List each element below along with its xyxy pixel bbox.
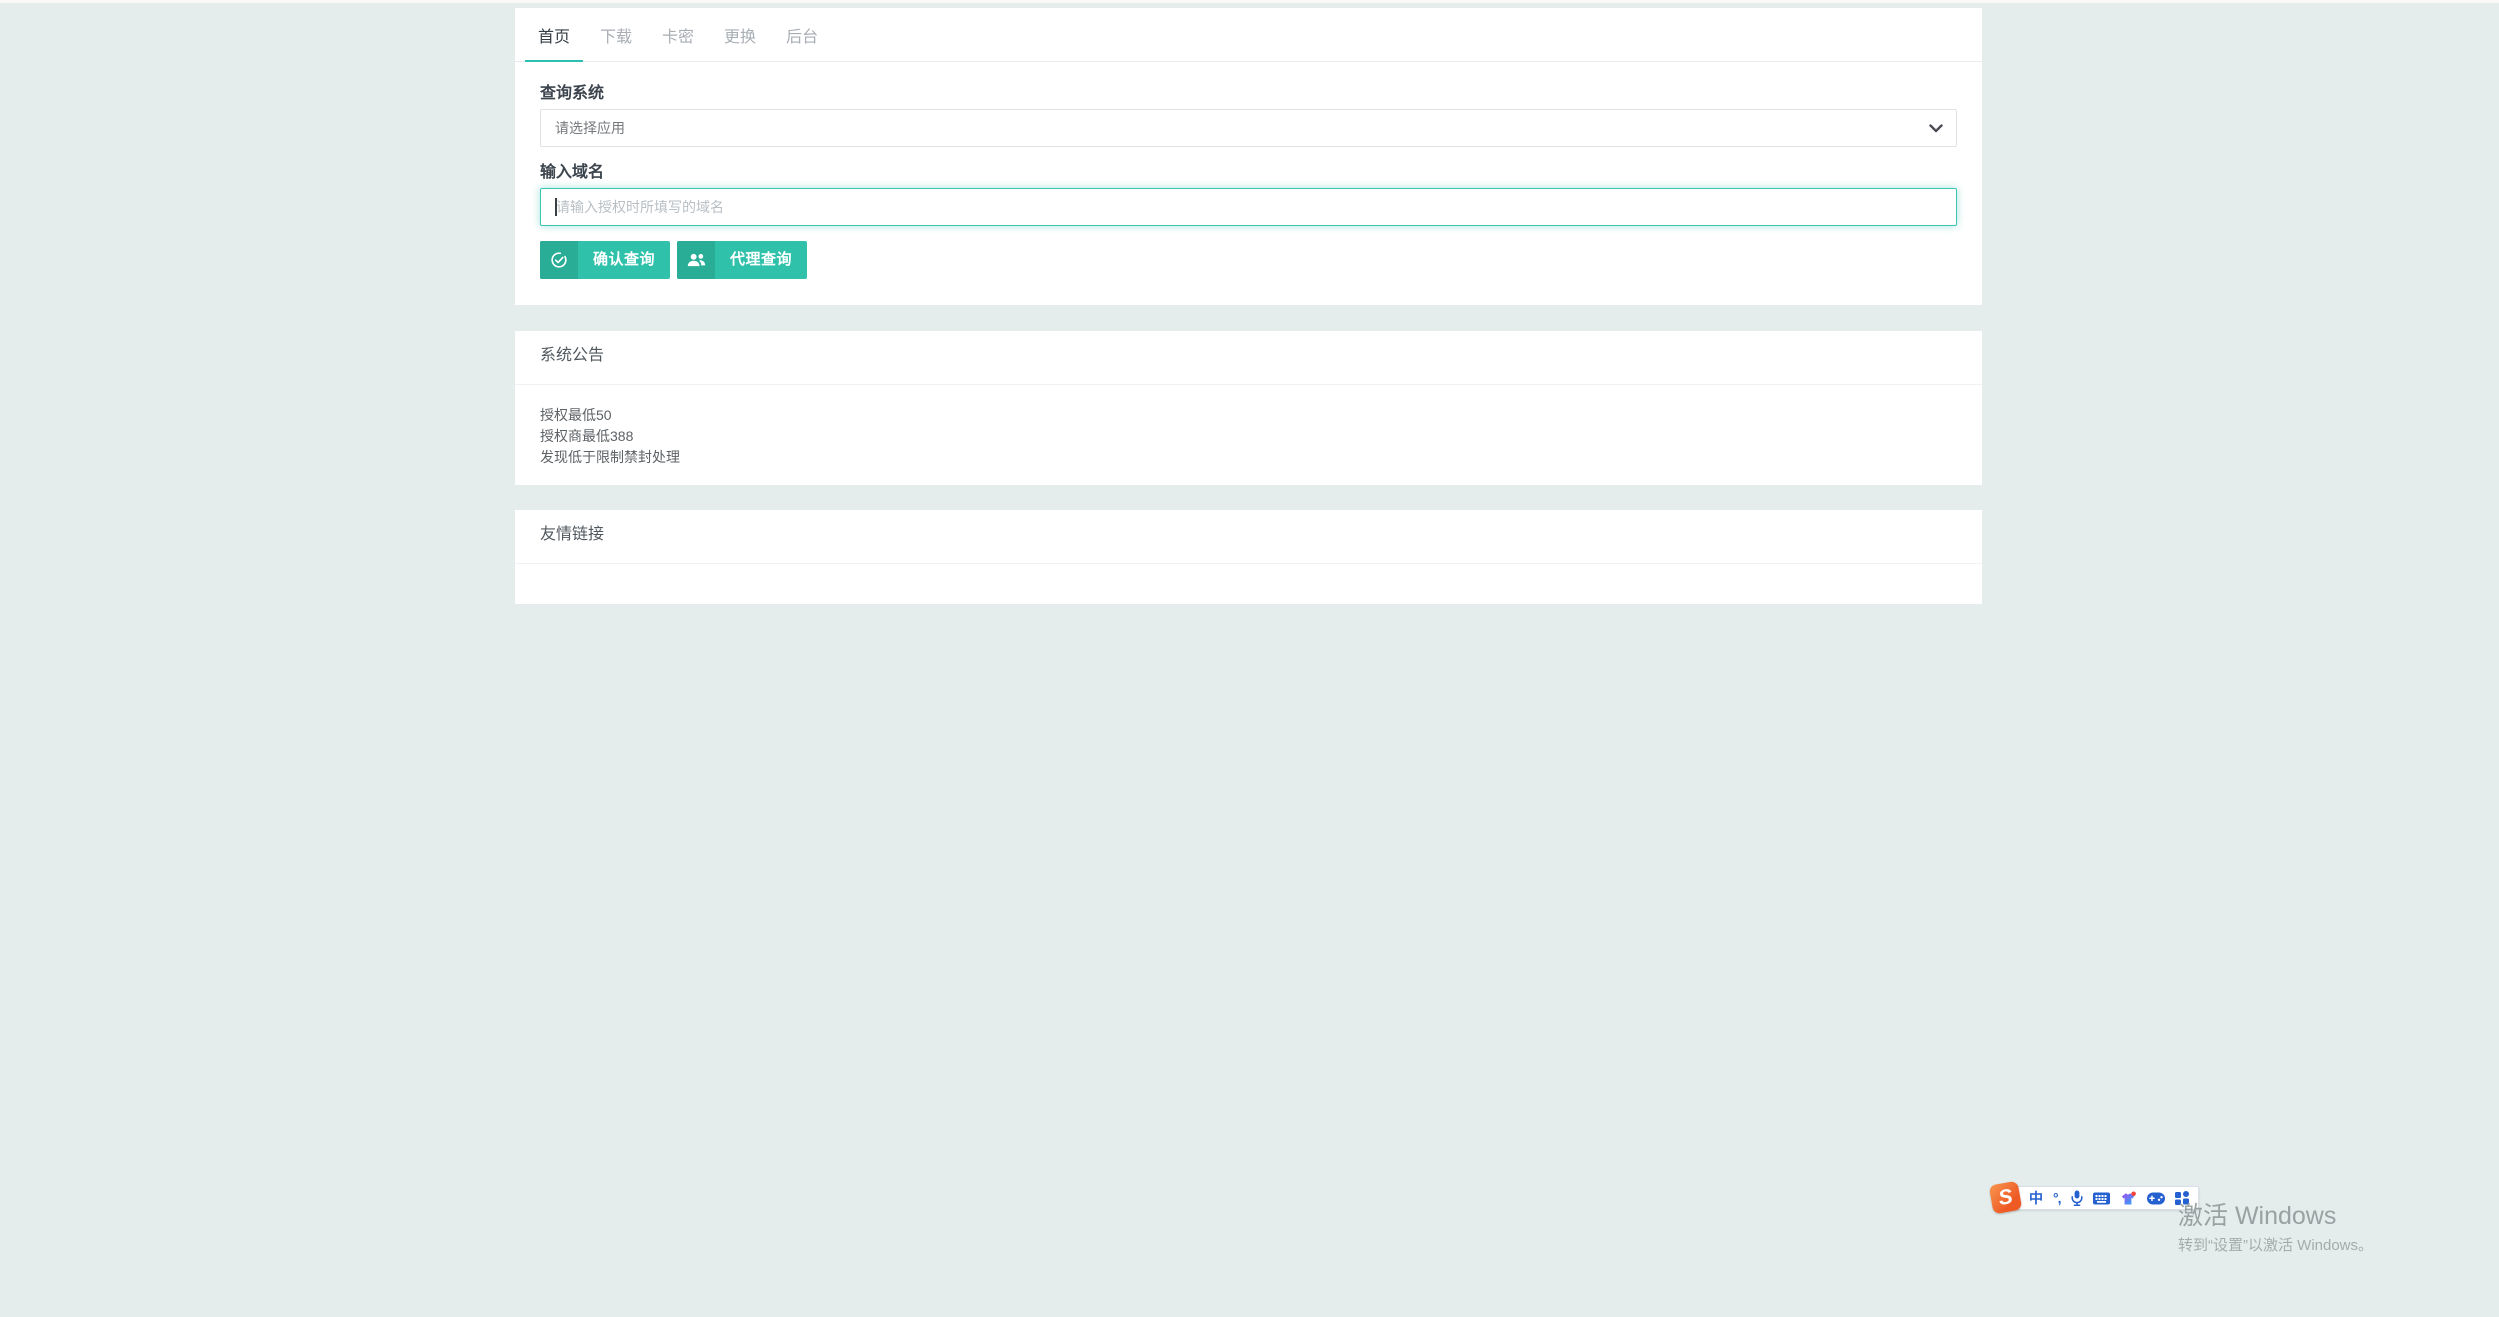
app-select-wrap: 请选择应用 xyxy=(540,109,1957,147)
domain-input[interactable] xyxy=(540,188,1957,226)
windows-activation-watermark: 激活 Windows 转到“设置”以激活 Windows。 xyxy=(2178,1203,2373,1255)
app-select[interactable]: 请选择应用 xyxy=(540,109,1957,147)
sogou-logo-letter: S xyxy=(1996,1184,2015,1210)
tab-cardkey[interactable]: 卡密 xyxy=(649,8,707,61)
links-card: 友情链接 xyxy=(515,510,1982,604)
agent-query-button[interactable]: 代理查询 xyxy=(677,241,808,279)
tab-label: 卡密 xyxy=(662,28,695,46)
skin-icon[interactable] xyxy=(2120,1191,2137,1206)
check-circle-icon xyxy=(540,241,578,279)
domain-input-wrap xyxy=(540,188,1957,226)
announcement-body: 授权最低50 授权商最低388 发现低于限制禁封处理 xyxy=(515,385,1982,485)
tab-download[interactable]: 下载 xyxy=(587,8,645,61)
desktop: 首页 下载 卡密 更换 后台 查询系统 请选择应用 输入域名 请输入授权时所填写… xyxy=(0,0,2499,1317)
query-card: 首页 下载 卡密 更换 后台 查询系统 请选择应用 输入域名 请输入授权时所填写… xyxy=(515,8,1982,305)
query-form: 查询系统 请选择应用 输入域名 请输入授权时所填写的域名 确认查询 代理查询 xyxy=(515,62,1982,305)
announcement-line: 发现低于限制禁封处理 xyxy=(540,449,680,465)
ime-toolbar: S 中 °, xyxy=(1988,1180,2199,1215)
microphone-icon[interactable] xyxy=(2070,1190,2083,1206)
button-row: 确认查询 代理查询 xyxy=(540,241,1957,279)
tab-label: 下载 xyxy=(600,28,633,46)
tab-label: 首页 xyxy=(538,28,571,46)
announcement-title: 系统公告 xyxy=(515,331,1982,385)
announcement-line: 授权商最低388 xyxy=(540,428,634,444)
nav-tabbar: 首页 下载 卡密 更换 后台 xyxy=(515,8,1982,62)
tab-label: 后台 xyxy=(786,28,819,46)
tab-admin[interactable]: 后台 xyxy=(773,8,831,61)
tab-replace[interactable]: 更换 xyxy=(711,8,769,61)
app-select-label: 查询系统 xyxy=(540,85,605,102)
agent-query-label: 代理查询 xyxy=(730,251,793,268)
confirm-query-button[interactable]: 确认查询 xyxy=(540,241,671,279)
tab-home[interactable]: 首页 xyxy=(525,8,584,62)
keyboard-icon[interactable] xyxy=(2092,1192,2110,1205)
watermark-title: 激活 Windows xyxy=(2178,1202,2337,1230)
punctuation-icon[interactable]: °, xyxy=(2053,1191,2061,1205)
text-caret xyxy=(555,198,557,216)
emoji-gamepad-icon[interactable] xyxy=(2146,1192,2165,1205)
watermark-subtitle: 转到“设置”以激活 Windows。 xyxy=(2178,1237,2374,1254)
main-container: 首页 下载 卡密 更换 后台 查询系统 请选择应用 输入域名 请输入授权时所填写… xyxy=(515,0,1982,604)
users-icon xyxy=(677,241,716,279)
announcement-card: 系统公告 授权最低50 授权商最低388 发现低于限制禁封处理 xyxy=(515,331,1982,485)
domain-input-label: 输入域名 xyxy=(540,164,605,181)
ime-tray: 中 °, xyxy=(2016,1186,2199,1210)
tab-label: 更换 xyxy=(724,28,757,46)
announcement-line: 授权最低50 xyxy=(540,407,612,423)
confirm-query-label: 确认查询 xyxy=(593,251,656,268)
chinese-mode-icon[interactable]: 中 xyxy=(2029,1191,2043,1205)
links-title: 友情链接 xyxy=(515,510,1982,564)
sogou-logo-icon[interactable]: S xyxy=(1988,1180,2023,1215)
links-body xyxy=(515,564,1982,604)
